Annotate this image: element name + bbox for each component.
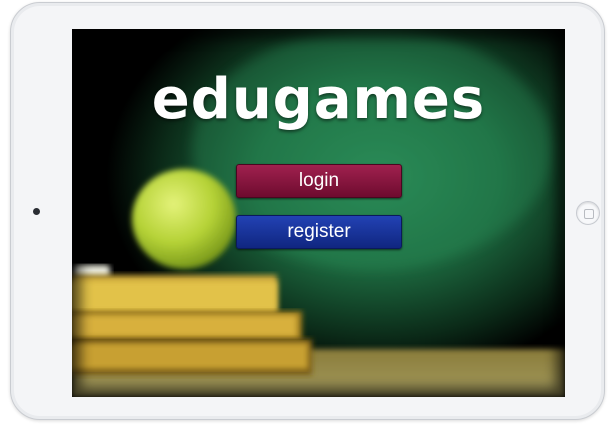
login-button-label: login: [298, 170, 340, 191]
app-screen: edugames login register: [72, 29, 565, 397]
home-button[interactable]: [576, 201, 600, 225]
app-logo: edugames: [151, 67, 486, 132]
register-button-label: register: [287, 221, 351, 242]
register-button[interactable]: register: [236, 215, 402, 249]
login-button[interactable]: login: [236, 164, 402, 198]
front-camera-icon: [33, 208, 40, 215]
tablet-frame: edugames login register: [10, 2, 605, 420]
